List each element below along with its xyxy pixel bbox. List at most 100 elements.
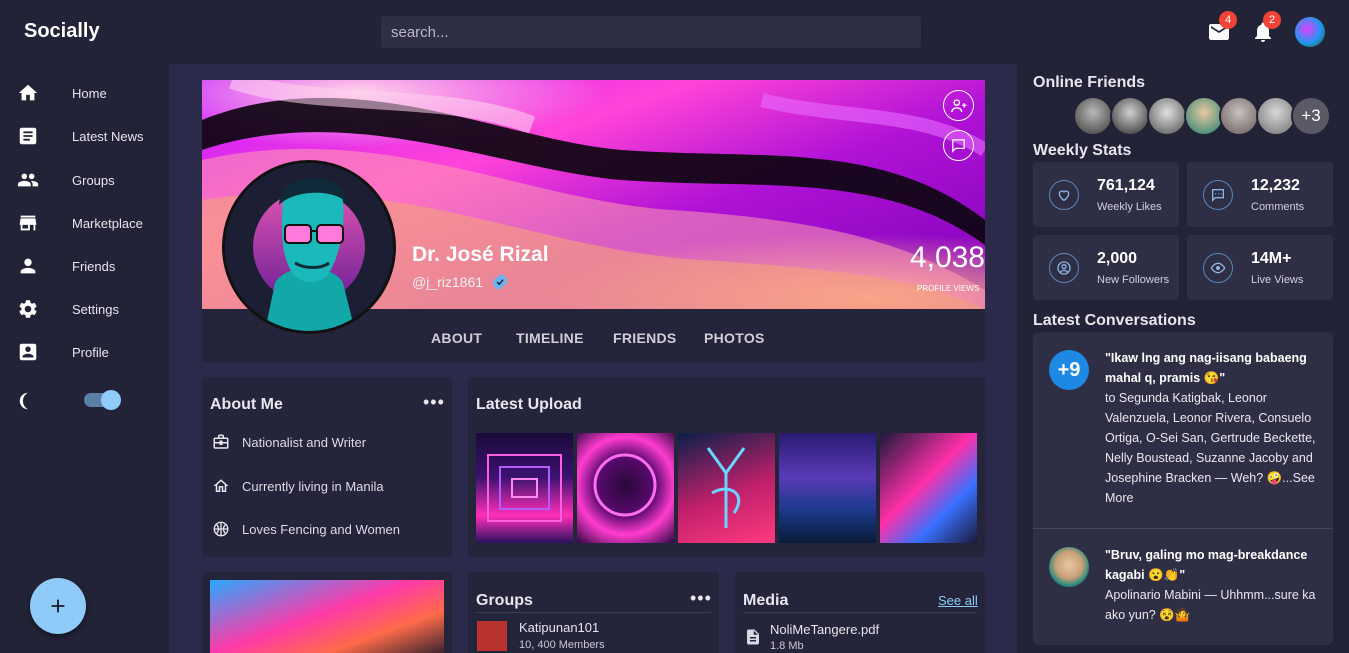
verified-icon: [492, 273, 507, 291]
stat-value: 761,124: [1097, 177, 1155, 194]
sidebar-item-settings[interactable]: Settings: [0, 289, 169, 329]
sidebar-item-home[interactable]: Home: [0, 73, 169, 113]
group-avatar[interactable]: [477, 621, 507, 651]
about-item: Loves Fencing and Women: [212, 519, 400, 539]
tab-about[interactable]: ABOUT: [431, 330, 482, 346]
mail-button[interactable]: 4: [1207, 11, 1237, 44]
profile-avatar[interactable]: [222, 160, 396, 334]
friend-avatar[interactable]: [1219, 96, 1259, 136]
upload-thumbnail[interactable]: [577, 433, 674, 543]
sidebar-item-label: Marketplace: [72, 215, 143, 231]
chat-icon: [952, 139, 965, 153]
user-avatar[interactable]: [1295, 17, 1325, 47]
group-chat-badge[interactable]: +9: [1049, 350, 1089, 390]
divider: [1033, 528, 1333, 529]
about-item-text: Currently living in Manila: [242, 478, 384, 494]
about-item-text: Loves Fencing and Women: [242, 521, 401, 537]
group-members: 10, 400 Members: [519, 639, 605, 651]
left-sidebar: Home Latest News Groups Marketplace Frie…: [0, 64, 169, 653]
upload-thumbnail[interactable]: [678, 433, 775, 543]
heart-icon: [1049, 180, 1079, 210]
create-post-button[interactable]: [30, 578, 86, 634]
media-title: Media: [743, 592, 789, 609]
upload-thumbnail[interactable]: [476, 433, 573, 543]
about-more-button[interactable]: •••: [423, 392, 445, 413]
sidebar-item-label: Home: [72, 85, 107, 101]
conversation-avatar[interactable]: [1049, 547, 1089, 587]
stat-value: 14M+: [1251, 250, 1292, 267]
top-app-bar: Socially 4 2: [0, 0, 1349, 64]
profile-name: Dr. José Rizal: [412, 243, 549, 266]
groups-more-button[interactable]: •••: [690, 588, 712, 609]
divider: [476, 612, 711, 613]
profile-handle: @j_riz1861: [412, 273, 509, 291]
conversations-panel: +9 "Ikaw lng ang nag-iisang babaeng maha…: [1033, 332, 1333, 645]
conversation-body: to Segunda Katigbak, Leonor Valenzuela, …: [1105, 391, 1316, 505]
briefcase-icon: [213, 434, 229, 449]
about-item-text: Nationalist and Writer: [242, 434, 367, 450]
upload-thumbnail[interactable]: [880, 433, 977, 543]
avatar-illustration: [225, 163, 393, 331]
add-person-icon: [950, 98, 966, 112]
friend-avatar[interactable]: [1073, 96, 1113, 136]
sidebar-item-latest-news[interactable]: Latest News: [0, 116, 169, 156]
friend-avatar[interactable]: [1110, 96, 1150, 136]
concert-photo[interactable]: [210, 580, 444, 653]
comment-icon: [1203, 180, 1233, 210]
sidebar-item-label: Profile: [72, 344, 109, 360]
mail-badge: 4: [1219, 11, 1237, 29]
store-icon: [19, 215, 37, 231]
eye-icon: [1203, 253, 1233, 283]
media-file-size: 1.8 Mb: [770, 640, 804, 652]
news-icon: [19, 127, 37, 145]
stat-label: Comments: [1251, 201, 1305, 213]
add-friend-button[interactable]: [943, 90, 974, 121]
about-item: Currently living in Manila: [212, 476, 384, 496]
tab-timeline[interactable]: TIMELINE: [516, 330, 584, 346]
person-icon: [20, 258, 36, 274]
document-icon: [747, 629, 759, 645]
stat-value: 12,232: [1251, 177, 1300, 194]
sidebar-item-label: Groups: [72, 172, 115, 188]
sidebar-item-profile[interactable]: Profile: [0, 332, 169, 372]
about-me-title: About Me: [210, 396, 283, 413]
see-all-link[interactable]: See all: [938, 593, 978, 608]
friend-avatar[interactable]: [1256, 96, 1296, 136]
app-title[interactable]: Socially: [24, 20, 100, 43]
toggle-knob: [101, 390, 121, 410]
sidebar-item-marketplace[interactable]: Marketplace: [0, 203, 169, 243]
stat-label: New Followers: [1097, 274, 1170, 286]
stat-value: 2,000: [1097, 250, 1138, 267]
conversation-item[interactable]: "Bruv, galing mo mag-breakdance kagabi 😮…: [1105, 545, 1323, 625]
weekly-stats-title: Weekly Stats: [1033, 142, 1132, 159]
tab-photos[interactable]: PHOTOS: [704, 330, 765, 346]
upload-thumbnail[interactable]: [779, 433, 876, 543]
friend-avatar[interactable]: [1184, 96, 1224, 136]
sidebar-item-label: Latest News: [72, 128, 144, 144]
dark-mode-toggle[interactable]: [84, 390, 121, 410]
group-name[interactable]: Katipunan101: [519, 620, 599, 635]
profile-icon: [19, 343, 37, 361]
stat-label: Live Views: [1251, 274, 1304, 286]
groups-icon: [17, 173, 39, 187]
thumbnail-art: [487, 454, 562, 522]
profile-views-count: 4,038: [909, 241, 985, 274]
profile-handle-text: @j_riz1861: [412, 274, 484, 290]
stat-new-followers: 2,000 New Followers: [1033, 235, 1179, 300]
groups-title: Groups: [476, 592, 533, 609]
notifications-badge: 2: [1263, 11, 1281, 29]
media-file-name[interactable]: NoliMeTangere.pdf: [770, 622, 879, 637]
sidebar-item-friends[interactable]: Friends: [0, 246, 169, 286]
about-item: Nationalist and Writer: [212, 432, 366, 452]
tab-friends[interactable]: FRIENDS: [613, 330, 677, 346]
sidebar-item-groups[interactable]: Groups: [0, 160, 169, 200]
search-input[interactable]: [381, 16, 921, 48]
stat-label: Weekly Likes: [1097, 201, 1162, 213]
conversation-quote: "Bruv, galing mo mag-breakdance kagabi 😮…: [1105, 548, 1308, 582]
divider: [743, 612, 977, 613]
more-friends-badge[interactable]: +3: [1291, 96, 1331, 136]
friend-avatar[interactable]: [1147, 96, 1187, 136]
conversation-item[interactable]: "Ikaw lng ang nag-iisang babaeng mahal q…: [1105, 348, 1323, 508]
message-button[interactable]: [943, 130, 974, 161]
notifications-button[interactable]: 2: [1251, 11, 1281, 44]
